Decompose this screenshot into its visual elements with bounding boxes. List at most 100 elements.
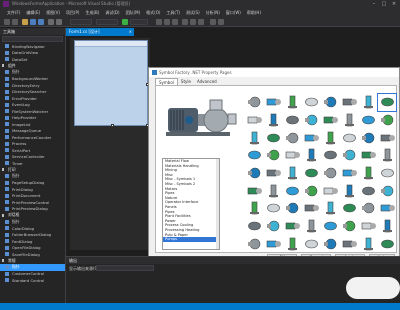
close-tab-icon[interactable]: × — [129, 28, 132, 36]
pump-symbol-icon[interactable] — [340, 147, 358, 164]
menu-item[interactable]: 测试(S) — [183, 8, 203, 17]
pump-symbol-icon[interactable] — [378, 165, 396, 182]
pump-symbol-icon[interactable] — [359, 129, 377, 146]
form1-window[interactable] — [74, 40, 149, 127]
redo-icon[interactable] — [56, 19, 62, 25]
minimize-button[interactable]: – — [370, 1, 378, 7]
align-right-icon[interactable] — [172, 19, 178, 25]
pump-symbol-icon[interactable] — [246, 182, 264, 199]
pump-symbol-icon[interactable] — [303, 129, 321, 146]
align-left-icon[interactable] — [156, 19, 162, 25]
pump-symbol-icon[interactable] — [359, 147, 377, 164]
output-source-dropdown[interactable] — [96, 265, 154, 271]
platform-dropdown[interactable] — [96, 19, 118, 25]
pump-symbol-icon[interactable] — [303, 147, 321, 164]
configuration-dropdown[interactable] — [70, 19, 92, 25]
pump-symbol-icon[interactable] — [322, 182, 340, 199]
menu-item[interactable]: 窗口(W) — [223, 8, 244, 17]
pump-symbol-icon[interactable] — [340, 94, 358, 111]
pump-symbol-icon[interactable] — [246, 147, 264, 164]
pump-symbol-icon[interactable] — [284, 94, 302, 111]
align-middle-icon[interactable] — [190, 19, 196, 25]
pump-symbol-icon[interactable] — [340, 200, 358, 217]
menu-item[interactable]: 文件(F) — [4, 8, 23, 17]
forward-icon[interactable] — [12, 19, 18, 25]
close-window-button[interactable]: × — [390, 1, 398, 7]
pump-symbol-icon[interactable] — [322, 165, 340, 182]
pump-symbol-icon[interactable] — [340, 129, 358, 146]
toolbox-item[interactable]: Standard Control — [0, 277, 65, 284]
menu-item[interactable]: 项目(P) — [63, 8, 83, 17]
pump-symbol-icon[interactable] — [322, 235, 340, 252]
pump-symbol-icon[interactable] — [340, 182, 358, 199]
pump-symbol-icon[interactable] — [303, 112, 321, 129]
pump-symbol-icon[interactable] — [377, 93, 397, 112]
pump-symbol-icon[interactable] — [378, 147, 396, 164]
resize-handle-bottom[interactable] — [111, 124, 114, 127]
pump-symbol-icon[interactable] — [246, 165, 264, 182]
pump-symbol-icon[interactable] — [246, 200, 264, 217]
back-icon[interactable] — [4, 19, 10, 25]
pump-symbol-icon[interactable] — [359, 200, 377, 217]
pump-symbol-icon[interactable] — [359, 165, 377, 182]
pump-symbol-icon[interactable] — [265, 129, 283, 146]
undo-icon[interactable] — [48, 19, 54, 25]
save-all-icon[interactable] — [38, 19, 44, 25]
pump-symbol-icon[interactable] — [322, 94, 340, 111]
open-folder-icon[interactable] — [22, 19, 28, 25]
pump-symbol-icon[interactable] — [284, 147, 302, 164]
pump-symbol-icon[interactable] — [246, 235, 264, 252]
pump-symbol-icon[interactable] — [284, 182, 302, 199]
align-center-icon[interactable] — [164, 19, 170, 25]
align-bottom-icon[interactable] — [198, 19, 204, 25]
pump-symbol-icon[interactable] — [246, 129, 264, 146]
menu-item[interactable]: 分析(N) — [203, 8, 223, 17]
pump-symbol-icon[interactable] — [340, 218, 358, 235]
pump-symbol-icon[interactable] — [265, 182, 283, 199]
align-top-icon[interactable] — [182, 19, 188, 25]
pump-symbol-icon[interactable] — [303, 94, 321, 111]
library-list-item[interactable]: Pumps — [163, 237, 219, 242]
pump-symbol-icon[interactable] — [340, 235, 358, 252]
menu-item[interactable]: 工具(T) — [163, 8, 183, 17]
pump-symbol-icon[interactable] — [340, 112, 358, 129]
pump-symbol-icon[interactable] — [303, 200, 321, 217]
pump-symbol-icon[interactable] — [246, 218, 264, 235]
pump-symbol-icon[interactable] — [265, 235, 283, 252]
tab-symbol[interactable]: Symbol — [155, 78, 178, 85]
pump-symbol-icon[interactable] — [359, 218, 377, 235]
pump-symbol-icon[interactable] — [359, 182, 377, 199]
pump-symbol-icon[interactable] — [265, 218, 283, 235]
menu-item[interactable]: 生成(B) — [82, 8, 102, 17]
pump-symbol-icon[interactable] — [322, 200, 340, 217]
library-list-scrollbar[interactable] — [216, 159, 219, 249]
pump-symbol-icon[interactable] — [378, 129, 396, 146]
menu-item[interactable]: 视图(V) — [43, 8, 63, 17]
pump-symbol-icon[interactable] — [265, 94, 283, 111]
pump-symbol-icon[interactable] — [246, 112, 264, 129]
pump-symbol-icon[interactable] — [284, 112, 302, 129]
pump-symbol-icon[interactable] — [265, 147, 283, 164]
pump-symbol-icon[interactable] — [340, 165, 358, 182]
pump-symbol-icon[interactable] — [359, 112, 377, 129]
pump-symbol-icon[interactable] — [359, 235, 377, 252]
same-size-icon[interactable] — [210, 19, 216, 25]
pump-symbol-icon[interactable] — [284, 200, 302, 217]
pump-symbol-icon[interactable] — [284, 165, 302, 182]
pump-symbol-icon[interactable] — [303, 218, 321, 235]
pump-symbol-icon[interactable] — [322, 129, 340, 146]
toolbox-search-input[interactable] — [2, 36, 63, 42]
grid-icon[interactable] — [218, 19, 224, 25]
pump-symbol-icon[interactable] — [322, 147, 340, 164]
pump-symbol-icon[interactable] — [284, 218, 302, 235]
pump-symbol-icon[interactable] — [322, 112, 340, 129]
tab-advanced[interactable]: Advanced — [194, 78, 220, 85]
menu-item[interactable]: 格式(O) — [143, 8, 163, 17]
tab-form1-designer[interactable]: Form1.cs [设计] × — [66, 28, 134, 36]
pump-symbol-icon[interactable] — [378, 182, 396, 199]
menu-item[interactable]: 编辑(E) — [23, 8, 43, 17]
pump-symbol-icon[interactable] — [303, 165, 321, 182]
library-list[interactable]: Material Flow Materials Handling Mining Mis… — [162, 158, 220, 250]
pump-symbol-icon[interactable] — [378, 112, 396, 129]
pump-symbol-icon[interactable] — [378, 235, 396, 252]
